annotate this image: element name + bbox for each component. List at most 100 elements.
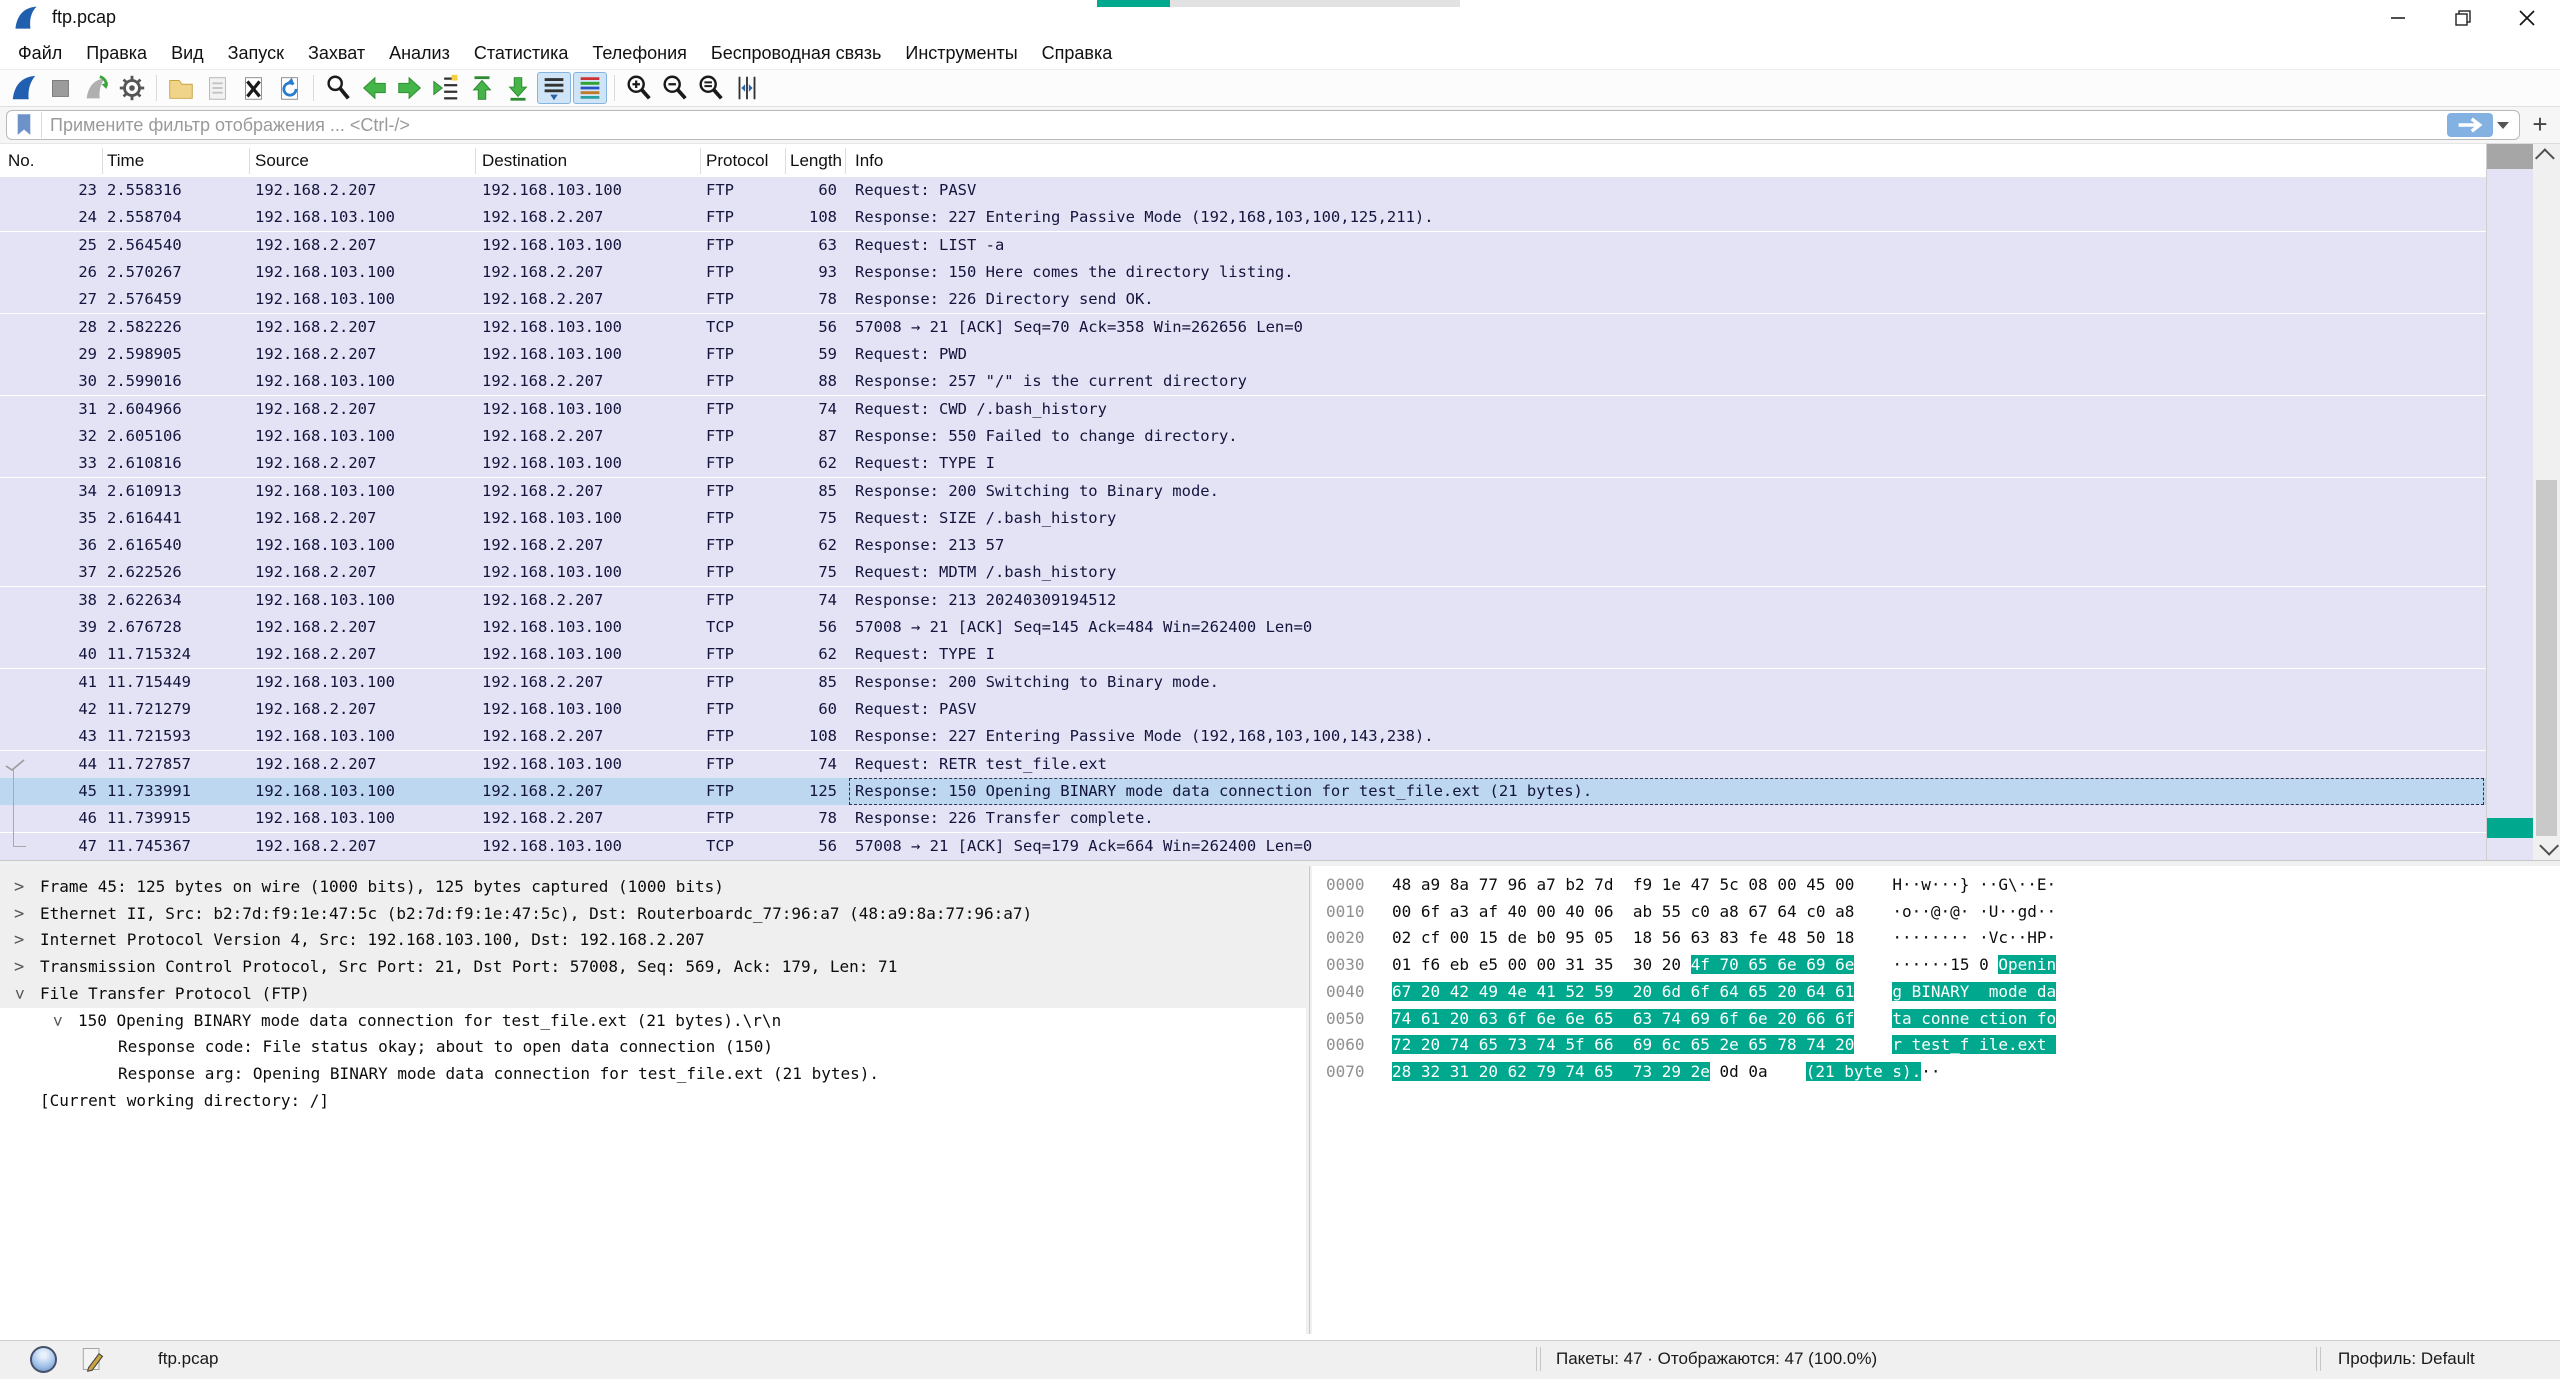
hex-bytes[interactable]: 67 20 42 49 4e 41 52 59 20 6d 6f 64 65 2… — [1392, 979, 1854, 1006]
column-divider[interactable] — [475, 148, 476, 174]
hex-bytes[interactable]: 02 cf 00 15 de b0 95 05 18 56 63 83 fe 4… — [1392, 925, 1854, 952]
menu-item-6[interactable]: Статистика — [462, 36, 581, 70]
column-divider[interactable] — [249, 148, 250, 174]
packet-row[interactable]: 362.616540192.168.103.100192.168.2.207FT… — [0, 532, 2486, 559]
column-header-destination[interactable]: Destination — [482, 144, 567, 178]
menu-item-9[interactable]: Инструменты — [893, 36, 1029, 70]
go-last-packet-button[interactable] — [501, 72, 535, 104]
hex-ascii[interactable]: ········ ·Vc··HP· — [1892, 925, 2056, 952]
hex-ascii[interactable]: g BINARY mode da — [1892, 979, 2056, 1006]
packet-row[interactable]: 292.598905192.168.2.207192.168.103.100FT… — [0, 341, 2486, 368]
menu-item-10[interactable]: Справка — [1030, 36, 1125, 70]
detail-row[interactable]: >Internet Protocol Version 4, Src: 192.1… — [0, 927, 1306, 954]
intelligent-scrollbar-minimap[interactable] — [2486, 144, 2533, 860]
detail-row[interactable]: Response arg: Opening BINARY mode data c… — [0, 1061, 1306, 1088]
hex-bytes[interactable]: 48 a9 8a 77 96 a7 b2 7d f9 1e 47 5c 08 0… — [1392, 872, 1854, 899]
column-header-time[interactable]: Time — [107, 144, 144, 178]
capture-comments-icon[interactable] — [78, 1345, 106, 1373]
packet-row[interactable]: 4311.721593192.168.103.100192.168.2.207F… — [0, 723, 2486, 750]
packet-row[interactable]: 332.610816192.168.2.207192.168.103.100FT… — [0, 450, 2486, 477]
packet-list-scrollbar[interactable] — [2533, 144, 2560, 860]
hex-row[interactable]: 005074 61 20 63 6f 6e 6e 65 63 74 69 6f … — [1326, 1006, 2056, 1033]
open-file-button[interactable] — [164, 72, 198, 104]
expand-icon[interactable]: > — [14, 874, 24, 901]
restore-button[interactable] — [2430, 0, 2496, 36]
column-header-no[interactable]: No. — [8, 144, 34, 178]
packet-row[interactable]: 322.605106192.168.103.100192.168.2.207FT… — [0, 423, 2486, 450]
auto-scroll-button[interactable] — [537, 72, 571, 104]
detail-row[interactable]: Response code: File status okay; about t… — [0, 1034, 1306, 1061]
start-capture-button[interactable] — [7, 72, 41, 104]
packet-row[interactable]: 242.558704192.168.103.100192.168.2.207FT… — [0, 204, 2486, 231]
apply-filter-button[interactable] — [2447, 113, 2493, 137]
menu-item-5[interactable]: Анализ — [377, 36, 462, 70]
hex-ascii[interactable]: ·o··@·@· ·U··gd·· — [1892, 899, 2056, 926]
menu-item-7[interactable]: Телефония — [580, 36, 698, 70]
colorize-button[interactable] — [573, 72, 607, 104]
detail-row[interactable]: >Transmission Control Protocol, Src Port… — [0, 954, 1306, 981]
hex-bytes[interactable]: 00 6f a3 af 40 00 40 06 ab 55 c0 a8 67 6… — [1392, 899, 1854, 926]
packet-row[interactable]: 282.582226192.168.2.207192.168.103.100TC… — [0, 314, 2486, 341]
column-divider[interactable] — [700, 148, 701, 174]
packet-row[interactable]: 4611.739915192.168.103.100192.168.2.207F… — [0, 805, 2486, 832]
expand-icon[interactable]: > — [14, 901, 24, 928]
scroll-down-button[interactable] — [2533, 836, 2560, 860]
hex-row[interactable]: 003001 f6 eb e5 00 00 31 35 30 20 4f 70 … — [1326, 952, 2056, 979]
column-header-length[interactable]: Length — [790, 144, 842, 178]
detail-row[interactable]: >150 Opening BINARY mode data connection… — [0, 1008, 1306, 1035]
packet-row[interactable]: 392.676728192.168.2.207192.168.103.100TC… — [0, 614, 2486, 641]
column-divider[interactable] — [785, 148, 786, 174]
stop-capture-button[interactable] — [43, 72, 77, 104]
packet-row[interactable]: 352.616441192.168.2.207192.168.103.100FT… — [0, 505, 2486, 532]
hex-bytes[interactable]: 01 f6 eb e5 00 00 31 35 30 20 4f 70 65 6… — [1392, 952, 1854, 979]
filter-bookmark-button[interactable] — [7, 112, 42, 138]
hex-ascii[interactable]: H··w···} ··G\··E· — [1892, 872, 2056, 899]
packet-row[interactable]: 302.599016192.168.103.100192.168.2.207FT… — [0, 368, 2486, 395]
packet-row[interactable]: 262.570267192.168.103.100192.168.2.207FT… — [0, 259, 2486, 286]
hex-bytes[interactable]: 28 32 31 20 62 79 74 65 73 29 2e 0d 0a — [1392, 1059, 1768, 1086]
packet-row[interactable]: 382.622634192.168.103.100192.168.2.207FT… — [0, 587, 2486, 614]
find-packet-button[interactable] — [321, 72, 355, 104]
column-header-source[interactable]: Source — [255, 144, 309, 178]
close-file-button[interactable] — [236, 72, 270, 104]
packet-row[interactable]: 372.622526192.168.2.207192.168.103.100FT… — [0, 559, 2486, 586]
close-button[interactable] — [2494, 0, 2560, 36]
zoom-out-button[interactable] — [658, 72, 692, 104]
column-divider[interactable] — [845, 148, 846, 174]
hex-row[interactable]: 006072 20 74 65 73 74 5f 66 69 6c 65 2e … — [1326, 1032, 2056, 1059]
hex-ascii[interactable]: ······15 0 Openin — [1892, 952, 2056, 979]
packet-row[interactable]: 272.576459192.168.103.100192.168.2.207FT… — [0, 286, 2486, 313]
column-header-info[interactable]: Info — [855, 144, 883, 178]
hex-row[interactable]: 002002 cf 00 15 de b0 95 05 18 56 63 83 … — [1326, 925, 2056, 952]
detail-row[interactable]: [Current working directory: /] — [0, 1088, 1306, 1115]
packet-row[interactable]: 4711.745367192.168.2.207192.168.103.100T… — [0, 833, 2486, 860]
menu-item-1[interactable]: Правка — [74, 36, 159, 70]
expand-icon[interactable]: > — [14, 954, 24, 981]
packet-row[interactable]: 342.610913192.168.103.100192.168.2.207FT… — [0, 478, 2486, 505]
packet-row[interactable]: 252.564540192.168.2.207192.168.103.100FT… — [0, 232, 2486, 259]
reload-file-button[interactable] — [272, 72, 306, 104]
zoom-in-button[interactable] — [622, 72, 656, 104]
profile-selector[interactable]: Профиль: Default — [2338, 1349, 2475, 1369]
packet-row[interactable]: 4211.721279192.168.2.207192.168.103.100F… — [0, 696, 2486, 723]
hex-bytes[interactable]: 72 20 74 65 73 74 5f 66 69 6c 65 2e 65 7… — [1392, 1032, 1854, 1059]
display-filter-input[interactable]: Примените фильтр отображения ... <Ctrl-/… — [6, 110, 2520, 140]
hex-row[interactable]: 001000 6f a3 af 40 00 40 06 ab 55 c0 a8 … — [1326, 899, 2056, 926]
menu-item-3[interactable]: Запуск — [216, 36, 296, 70]
packet-row[interactable]: 4111.715449192.168.103.100192.168.2.207F… — [0, 669, 2486, 696]
expand-icon[interactable]: > — [14, 927, 24, 954]
packet-row[interactable]: 232.558316192.168.2.207192.168.103.100FT… — [0, 177, 2486, 204]
capture-options-button[interactable] — [115, 72, 149, 104]
packet-row[interactable]: 312.604966192.168.2.207192.168.103.100FT… — [0, 396, 2486, 423]
hex-ascii[interactable]: ta conne ction fo — [1892, 1006, 2056, 1033]
packet-row[interactable]: 4511.733991192.168.103.100192.168.2.207F… — [0, 778, 2486, 805]
resize-columns-button[interactable] — [730, 72, 764, 104]
column-header-protocol[interactable]: Protocol — [706, 144, 768, 178]
column-divider[interactable] — [102, 148, 103, 174]
go-to-packet-button[interactable] — [429, 72, 463, 104]
hex-row[interactable]: 000048 a9 8a 77 96 a7 b2 7d f9 1e 47 5c … — [1326, 872, 2056, 899]
minimize-button[interactable] — [2365, 0, 2431, 36]
restart-capture-button[interactable] — [79, 72, 113, 104]
hex-ascii[interactable]: (21 byte s).·· — [1806, 1059, 1941, 1086]
hex-bytes[interactable]: 74 61 20 63 6f 6e 6e 65 63 74 69 6f 6e 2… — [1392, 1006, 1854, 1033]
